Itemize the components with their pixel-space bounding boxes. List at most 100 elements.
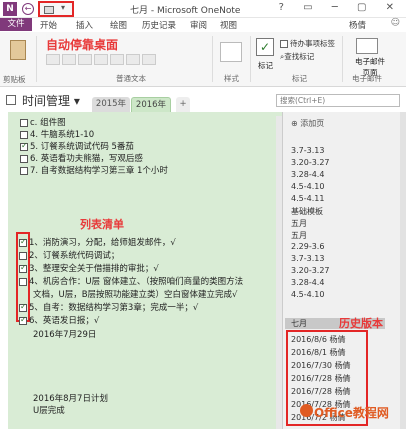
tag-check-icon[interactable]: ✓ [256, 38, 274, 56]
bullets-icon[interactable] [126, 54, 140, 65]
page-item[interactable]: 2.29-3.6 [291, 242, 324, 251]
notebook-icon[interactable] [6, 95, 16, 105]
page-item[interactable]: 4.5-4.11 [291, 194, 324, 203]
page-item[interactable]: 4.5-4.10 [291, 290, 324, 299]
checkbox[interactable] [20, 118, 28, 127]
page-item[interactable]: 3.28-4.4 [291, 278, 324, 287]
quick-access-toolbar[interactable]: ▾ [38, 1, 74, 17]
history-version[interactable]: 2016/7/28 杨倩 [291, 386, 351, 397]
page-item[interactable]: 五月 [291, 230, 307, 241]
tab-insert[interactable]: 插入 [76, 19, 93, 31]
underline-icon[interactable] [78, 54, 92, 65]
font-color-icon[interactable] [110, 54, 124, 65]
styles-icon[interactable] [220, 42, 242, 62]
basic-text-label: 普通文本 [116, 74, 146, 83]
page-item[interactable]: 基础模板 [291, 206, 323, 217]
checkbox-icon [280, 40, 288, 48]
page-item[interactable]: 五月 [291, 218, 307, 229]
tab-history[interactable]: 历史记录 [142, 19, 176, 31]
find-tag-button[interactable]: ⌕查找标记 [280, 51, 314, 62]
page-item[interactable]: 3.20-3.27 [291, 266, 330, 275]
page-item[interactable]: 3.7-3.13 [291, 146, 324, 155]
list-annotation: 列表清单 [80, 218, 124, 231]
list-item[interactable]: 7. 自考数据结构学习第三章 1个小时 [20, 164, 168, 176]
onenote-logo-icon: N [3, 2, 17, 16]
checkbox[interactable] [20, 166, 28, 175]
list-item[interactable]: c. 组件图 [20, 116, 66, 128]
divider [250, 36, 251, 82]
page-area: c. 组件图 4. 牛脑系统1-10 5. 订餐系统调试代码 5番茄 6. 英语… [0, 112, 282, 429]
checkbox[interactable] [19, 277, 27, 286]
paste-icon[interactable] [10, 40, 26, 60]
pages-scrollbar[interactable] [400, 112, 406, 429]
checkbox[interactable] [19, 263, 27, 273]
checkbox[interactable] [20, 130, 28, 139]
plan-line[interactable]: U层完成 [33, 404, 65, 416]
list-item[interactable]: 1、消防演习，分配，给师姐发邮件，√ [19, 236, 176, 248]
ribbon-tabs: 文件 开始 插入 绘图 历史记录 审阅 视图 杨倩 ☺ [0, 18, 406, 32]
history-version[interactable]: 2016/8/1 杨倩 [291, 347, 345, 358]
email-page-icon[interactable] [356, 38, 378, 54]
list-item[interactable]: 6、英语发日报；√ [19, 314, 99, 326]
history-version[interactable]: 2016/7/30 杨倩 [291, 360, 351, 371]
tab-view[interactable]: 视图 [220, 19, 237, 31]
todo-tag-button[interactable]: 待办事项标签 [280, 38, 335, 49]
divider [212, 36, 213, 82]
list-item[interactable]: 6. 英语看功夫熊猫，写观后感 [20, 152, 143, 164]
checkbox[interactable] [20, 154, 28, 163]
date-line[interactable]: 2016年7月29日 [33, 328, 96, 340]
user-name[interactable]: 杨倩 [349, 19, 366, 31]
tag-button-label[interactable]: 标记 [258, 60, 273, 71]
history-version[interactable]: 2016/8/6 杨倩 [291, 334, 345, 345]
notebook-bar: 时间管理 ▾ 2015年 2016年 + 搜索(Ctrl+E) [0, 88, 406, 112]
back-icon[interactable]: ← [22, 3, 34, 15]
list-item[interactable]: 5. 订餐系统调试代码 5番茄 [20, 140, 134, 152]
clipboard-label: 剪贴板 [3, 75, 26, 84]
title-bar: N ← ▾ 七月 - Microsoft OneNote ? ▭ ─ ▢ ✕ [0, 0, 406, 18]
customize-toolbar-icon[interactable]: ▾ [61, 3, 65, 12]
window-controls[interactable]: ? ▭ ─ ▢ ✕ [279, 2, 402, 13]
notebook-title[interactable]: 时间管理 ▾ [22, 92, 80, 109]
list-item[interactable]: 2、订餐系统代码调试； [19, 249, 119, 261]
tab-file[interactable]: 文件 [0, 18, 32, 31]
list-item[interactable]: 5、自考：数据结构学习第3章；完成一半；√ [19, 301, 198, 313]
history-version[interactable]: 2016/7/28 杨倩 [291, 373, 351, 384]
dock-to-desktop-icon[interactable] [44, 6, 54, 14]
divider [36, 36, 37, 82]
checkbox[interactable] [19, 315, 27, 325]
divider [342, 36, 343, 82]
plan-line[interactable]: 2016年8月7日计划 [33, 392, 108, 404]
checkbox[interactable] [19, 302, 27, 312]
checkbox[interactable] [19, 251, 27, 260]
styles-label: 样式 [224, 74, 239, 83]
pages-pane: ⊕ 添加页 3.7-3.13 3.20-3.27 3.28-4.4 4.5-4.… [282, 112, 406, 429]
dock-annotation: 自动停靠桌面 [46, 38, 119, 52]
add-page-button[interactable]: ⊕ 添加页 [291, 118, 324, 129]
page-item[interactable]: 3.28-4.4 [291, 170, 324, 179]
tab-draw[interactable]: 绘图 [110, 19, 127, 31]
section-tab-2016[interactable]: 2016年 [131, 97, 171, 112]
font-controls[interactable] [46, 54, 158, 68]
search-input[interactable]: 搜索(Ctrl+E) [276, 94, 400, 107]
bold-icon[interactable] [46, 54, 60, 65]
highlight-icon[interactable] [94, 54, 108, 65]
checkbox[interactable] [20, 141, 28, 151]
list-item[interactable]: 4. 牛脑系统1-10 [20, 128, 94, 140]
list-item-continuation[interactable]: 文档，U层，B层按照功能建立类）空白窗体建立完成√ [33, 288, 237, 300]
section-tab-2015[interactable]: 2015年 [92, 97, 130, 112]
numbering-icon[interactable] [142, 54, 156, 65]
page-item[interactable]: 3.7-3.13 [291, 254, 324, 263]
page-item[interactable]: 4.5-4.10 [291, 182, 324, 191]
history-annotation: 历史版本 [339, 317, 383, 330]
list-item[interactable]: 4、机房合作：U层 窗体建立、（按照咱们商量的类图方法 [19, 275, 243, 287]
tab-home[interactable]: 开始 [40, 19, 57, 31]
window-title: 七月 - Microsoft OneNote [130, 6, 241, 16]
add-section-button[interactable]: + [176, 97, 190, 112]
list-item[interactable]: 3、整理安全关于借描排的审批；√ [19, 262, 159, 274]
tab-review[interactable]: 审阅 [190, 19, 207, 31]
page-item[interactable]: 3.20-3.27 [291, 158, 330, 167]
checkbox[interactable] [19, 237, 27, 247]
watermark-logo-icon [300, 404, 313, 417]
smiley-icon[interactable]: ☺ [391, 18, 400, 28]
italic-icon[interactable] [62, 54, 76, 65]
